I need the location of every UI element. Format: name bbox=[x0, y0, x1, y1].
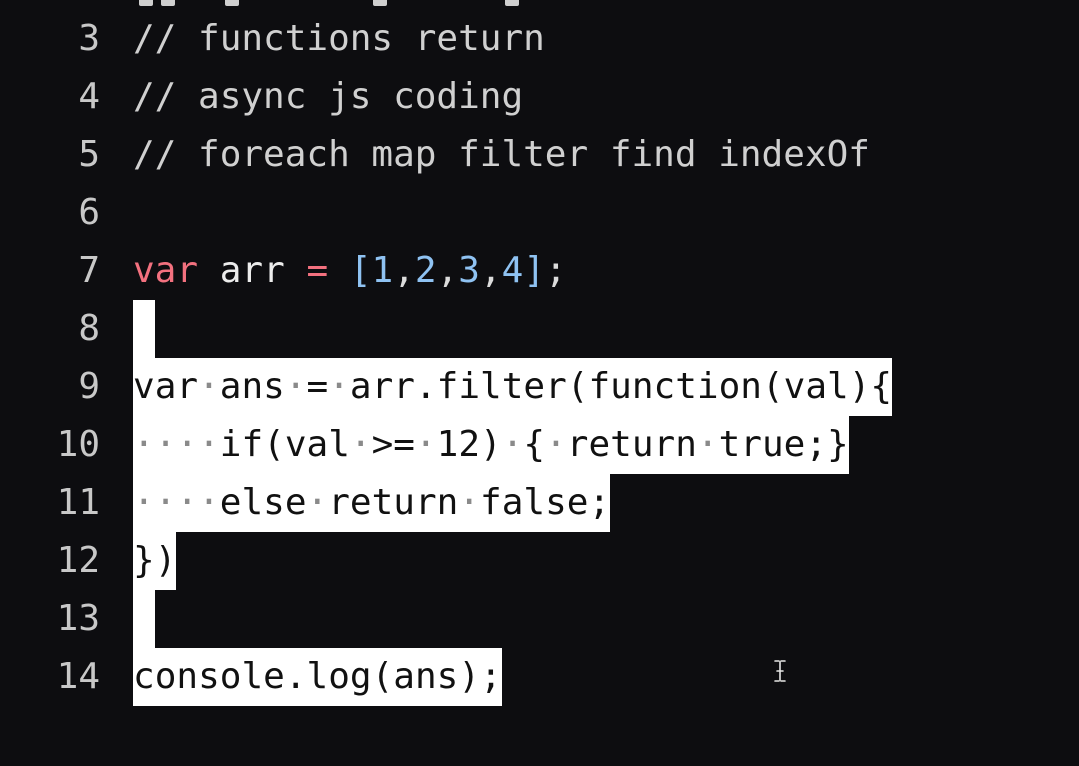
line-number: 9 bbox=[78, 366, 100, 407]
comma: , bbox=[393, 250, 415, 291]
number-literal: 1 bbox=[371, 250, 394, 291]
whitespace-marker: · bbox=[349, 424, 372, 465]
code-line-selected[interactable]: 14 console.log(ans); bbox=[0, 648, 1079, 706]
line-number: 14 bbox=[56, 656, 100, 697]
clipped-glyph bbox=[139, 0, 153, 6]
i-beam-cursor-icon bbox=[774, 660, 786, 682]
code-line-selected[interactable]: 9 var·ans·=·arr.filter(function(val){ bbox=[0, 358, 1079, 416]
code-text: var arr = [1,2,3,4]; bbox=[133, 242, 567, 300]
code-editor[interactable]: 3 // functions return 4 // async js codi… bbox=[0, 0, 1079, 766]
semicolon: ; bbox=[545, 250, 567, 291]
whitespace-marker: · bbox=[306, 482, 329, 523]
selected-code-text: ····if(val·>=·12)·{·return·true;} bbox=[133, 416, 849, 474]
code-line[interactable]: 4 // async js coding bbox=[0, 68, 1079, 126]
line-number: 3 bbox=[78, 18, 100, 59]
code-line[interactable]: 5 // foreach map filter find indexOf bbox=[0, 126, 1079, 184]
whitespace-marker: · bbox=[198, 424, 220, 465]
bracket-open: [ bbox=[349, 250, 372, 291]
line-number: 7 bbox=[78, 250, 100, 291]
code-line[interactable]: 3 // functions return bbox=[0, 10, 1079, 68]
whitespace-marker: · bbox=[198, 482, 220, 523]
line-number: 5 bbox=[78, 134, 100, 175]
identifier-arr: arr bbox=[219, 250, 285, 291]
selected-code-text: }) bbox=[133, 532, 177, 590]
whitespace-marker: · bbox=[501, 424, 524, 465]
line-number: 4 bbox=[78, 76, 100, 117]
number-literal: 2 bbox=[414, 250, 437, 291]
code-line[interactable]: 7 var arr = [1,2,3,4]; bbox=[0, 242, 1079, 300]
whitespace-marker: · bbox=[176, 482, 199, 523]
selected-code-text: var·ans·=·arr.filter(function(val){ bbox=[133, 358, 893, 416]
number-literal: 3 bbox=[458, 250, 480, 291]
whitespace-marker: · bbox=[133, 482, 155, 523]
whitespace-marker: · bbox=[545, 424, 567, 465]
comma: , bbox=[479, 250, 502, 291]
selection-highlight bbox=[133, 300, 155, 358]
code-line-selected[interactable]: 13 bbox=[0, 590, 1079, 648]
code-line-selected[interactable]: 10 ····if(val·>=·12)·{·return·true;} bbox=[0, 416, 1079, 474]
whitespace-marker: · bbox=[176, 424, 199, 465]
whitespace-marker: · bbox=[198, 366, 220, 407]
code-comment: // async js coding bbox=[133, 76, 524, 117]
code-line-selected[interactable]: 12 }) bbox=[0, 532, 1079, 590]
selected-code-text: ····else·return·false; bbox=[133, 474, 611, 532]
selection-highlight bbox=[133, 590, 155, 648]
selected-code-text: console.log(ans); bbox=[133, 648, 502, 706]
code-line-selected[interactable]: 8 bbox=[0, 300, 1079, 358]
whitespace-marker: · bbox=[458, 482, 480, 523]
whitespace-marker: · bbox=[133, 424, 155, 465]
clipped-glyph bbox=[161, 0, 175, 6]
bracket-close: ] bbox=[523, 250, 545, 291]
comma: , bbox=[436, 250, 459, 291]
whitespace-marker: · bbox=[284, 366, 307, 407]
line-number: 13 bbox=[56, 598, 100, 639]
whitespace-marker: · bbox=[154, 424, 177, 465]
operator-assign: = bbox=[306, 250, 329, 291]
clipped-glyph bbox=[373, 0, 387, 6]
keyword-var: var bbox=[133, 250, 199, 291]
clipped-glyph bbox=[505, 0, 519, 6]
code-line[interactable]: 6 bbox=[0, 184, 1079, 242]
whitespace-marker: · bbox=[696, 424, 719, 465]
code-comment: // foreach map filter find indexOf bbox=[133, 134, 870, 175]
whitespace-marker: · bbox=[414, 424, 437, 465]
line-number: 8 bbox=[78, 308, 100, 349]
clipped-glyph bbox=[225, 0, 239, 6]
clipped-previous-line bbox=[133, 0, 553, 6]
line-number: 12 bbox=[56, 540, 100, 581]
line-number: 10 bbox=[56, 424, 100, 465]
number-literal: 4 bbox=[501, 250, 524, 291]
whitespace-marker: · bbox=[328, 366, 350, 407]
line-number: 6 bbox=[78, 192, 100, 233]
line-number: 11 bbox=[56, 482, 100, 523]
code-line-selected[interactable]: 11 ····else·return·false; bbox=[0, 474, 1079, 532]
code-comment: // functions return bbox=[133, 18, 545, 59]
whitespace-marker: · bbox=[154, 482, 177, 523]
